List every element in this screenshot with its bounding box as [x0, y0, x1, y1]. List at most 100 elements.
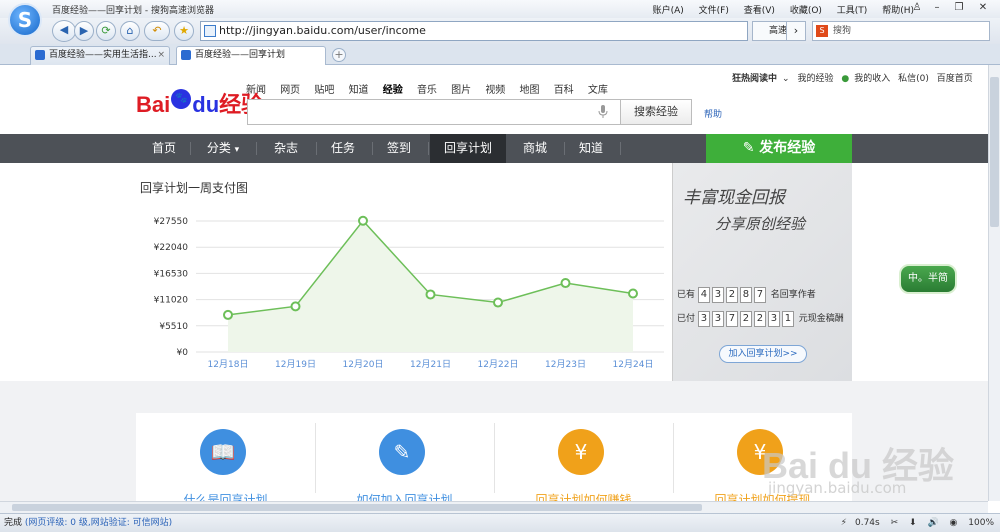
nav-home[interactable]: 首页: [138, 134, 190, 163]
undo-close-icon[interactable]: ↶: [144, 21, 170, 41]
prod-nav-item[interactable]: 音乐: [417, 85, 437, 96]
prod-nav-item[interactable]: 知道: [349, 85, 369, 96]
browser-menu: 账户(A) 文件(F) 查看(V) 收藏(O) 工具(T) 帮助(H): [641, 3, 914, 16]
back-icon[interactable]: ◀: [52, 20, 76, 42]
income-icon: ●: [841, 74, 850, 84]
page-icon: [204, 25, 216, 37]
my-income-link[interactable]: 我的收入: [854, 74, 890, 84]
input-method-badge[interactable]: 中。半简: [899, 264, 957, 294]
publish-button[interactable]: ✎ 发布经验: [706, 134, 852, 163]
main-nav: 首页 分类 ▾ 杂志 任务 签到 回享计划 商城 知道 ✎ 发布经验: [0, 134, 988, 163]
home-icon[interactable]: ⌂: [120, 21, 140, 41]
address-bar[interactable]: http://jingyan.baidu.com/user/income: [200, 21, 748, 41]
paid-amount-row: 已付 3372231 元现金稿酬: [677, 311, 844, 327]
volume-icon[interactable]: 🔊: [927, 518, 938, 528]
counter-digit: 4: [697, 287, 710, 303]
reading-status-link[interactable]: 狂热阅读中: [732, 74, 777, 84]
counter-digit: 7: [725, 311, 738, 327]
go-arrow-icon[interactable]: ›: [786, 21, 806, 41]
ad-slogan-1: 丰富现金回报: [683, 188, 785, 208]
paw-icon: 🐾: [171, 89, 192, 109]
card-what-is[interactable]: 📖 什么是回享计划: [136, 413, 315, 501]
chevron-down-icon: ▾: [234, 145, 240, 155]
refresh-icon[interactable]: ⟳: [96, 21, 116, 41]
scroll-thumb[interactable]: [990, 77, 999, 227]
maximize-button[interactable]: ❐: [950, 1, 968, 15]
forward-icon[interactable]: ▶: [74, 21, 94, 41]
y-tick-label: ¥22040: [154, 243, 189, 253]
nav-checkin[interactable]: 签到: [372, 134, 426, 163]
tab-jingyan-guide[interactable]: 百度经验——实用生活指... ×: [30, 46, 170, 65]
close-button[interactable]: ✕: [974, 1, 992, 15]
prod-nav-item[interactable]: 视频: [485, 85, 505, 96]
tab-huixiang[interactable]: 百度经验——回享计划: [176, 46, 326, 66]
watermark-url: jingyan.baidu.com: [768, 479, 907, 497]
menu-account[interactable]: 账户(A): [653, 6, 684, 16]
microphone-icon[interactable]: [598, 105, 608, 119]
nav-mall[interactable]: 商城: [508, 134, 562, 163]
counter-digit: 2: [739, 311, 752, 327]
nav-divider: [256, 142, 257, 155]
chevron-down-icon[interactable]: ⌄: [782, 74, 790, 84]
zoom-level[interactable]: 100%: [968, 518, 994, 528]
prod-nav-item[interactable]: 网页: [280, 85, 300, 96]
tab-label: 百度经验——回享计划: [195, 50, 286, 60]
nav-tasks[interactable]: 任务: [316, 134, 370, 163]
nav-category[interactable]: 分类 ▾: [194, 134, 252, 163]
money-bag-icon: ¥: [558, 429, 604, 475]
prod-nav-item[interactable]: 图片: [451, 85, 471, 96]
card-how-join[interactable]: ✎ 如何加入回享计划: [315, 413, 494, 501]
card-label: 什么是回享计划: [183, 493, 268, 501]
prod-nav-item[interactable]: 百科: [554, 85, 574, 96]
favorite-star-icon[interactable]: ★: [174, 21, 194, 41]
browser-search-input[interactable]: S 搜狗: [812, 21, 990, 41]
menu-favorites[interactable]: 收藏(O): [790, 6, 822, 16]
baidu-home-link[interactable]: 百度首页: [937, 74, 973, 84]
baidu-jingyan-logo[interactable]: Bai 🐾 du经验: [136, 87, 263, 123]
download-icon[interactable]: ⬇: [909, 518, 917, 528]
search-placeholder: 搜狗: [833, 26, 852, 36]
author-count-row: 已有 43287 名回享作者: [677, 287, 816, 303]
nav-magazine[interactable]: 杂志: [258, 134, 314, 163]
huixiang-ad-banner[interactable]: 丰富现金回报 分享原创经验 已有 43287 名回享作者 已付 3372231 …: [672, 163, 852, 381]
prod-nav-item[interactable]: 地图: [520, 85, 540, 96]
menu-file[interactable]: 文件(F): [699, 6, 729, 16]
eye-icon[interactable]: ◉: [950, 518, 958, 528]
sogou-browser-logo-icon[interactable]: S: [8, 3, 42, 37]
scroll-thumb[interactable]: [12, 504, 702, 511]
prod-nav-item[interactable]: 文库: [588, 85, 608, 96]
prod-nav-item-current[interactable]: 经验: [383, 85, 403, 96]
skin-icon[interactable]: ♙: [908, 1, 926, 15]
tab-close-icon[interactable]: ×: [157, 47, 165, 64]
menu-view[interactable]: 查看(V): [744, 6, 775, 16]
x-tick-label: 12月19日: [275, 359, 316, 370]
card-how-earn[interactable]: ¥ 回享计划如何赚钱: [494, 413, 673, 501]
new-tab-button[interactable]: +: [332, 48, 346, 62]
horizontal-scrollbar[interactable]: [0, 501, 988, 513]
book-icon: 📖: [200, 429, 246, 475]
author-count-digits: 43287: [697, 287, 768, 303]
vertical-scrollbar[interactable]: [988, 65, 1000, 501]
menu-tools[interactable]: 工具(T): [837, 6, 868, 16]
my-jingyan-link[interactable]: 我的经验: [797, 74, 833, 84]
search-button[interactable]: 搜索经验: [620, 99, 692, 125]
join-huixiang-button[interactable]: 加入回享计划>>: [719, 345, 807, 363]
logo-du: du: [192, 92, 220, 117]
pencil-icon: ✎: [742, 140, 755, 156]
counter-digit: 7: [753, 287, 766, 303]
nav-zhidao[interactable]: 知道: [564, 134, 618, 163]
counter-digit: 2: [753, 311, 766, 327]
card-label: 如何加入回享计划: [356, 493, 453, 501]
site-rating-link[interactable]: (网页评级: 0 级,网站验证: 可信网站): [25, 518, 172, 528]
window-title: 百度经验——回享计划 - 搜狗高速浏览器: [52, 6, 214, 16]
minimize-button[interactable]: –: [928, 1, 946, 15]
prod-nav-item[interactable]: 贴吧: [314, 85, 334, 96]
status-tool-icon[interactable]: ✂: [891, 518, 899, 528]
nav-huixiang[interactable]: 回享计划: [430, 134, 506, 163]
message-link[interactable]: 私信(0): [898, 74, 929, 84]
search-input[interactable]: [247, 99, 620, 125]
logo-bai: Bai: [136, 92, 171, 117]
help-link[interactable]: 帮助: [704, 107, 722, 120]
url-text: http://jingyan.baidu.com/user/income: [219, 24, 426, 37]
x-tick-label: 12月21日: [410, 359, 451, 370]
